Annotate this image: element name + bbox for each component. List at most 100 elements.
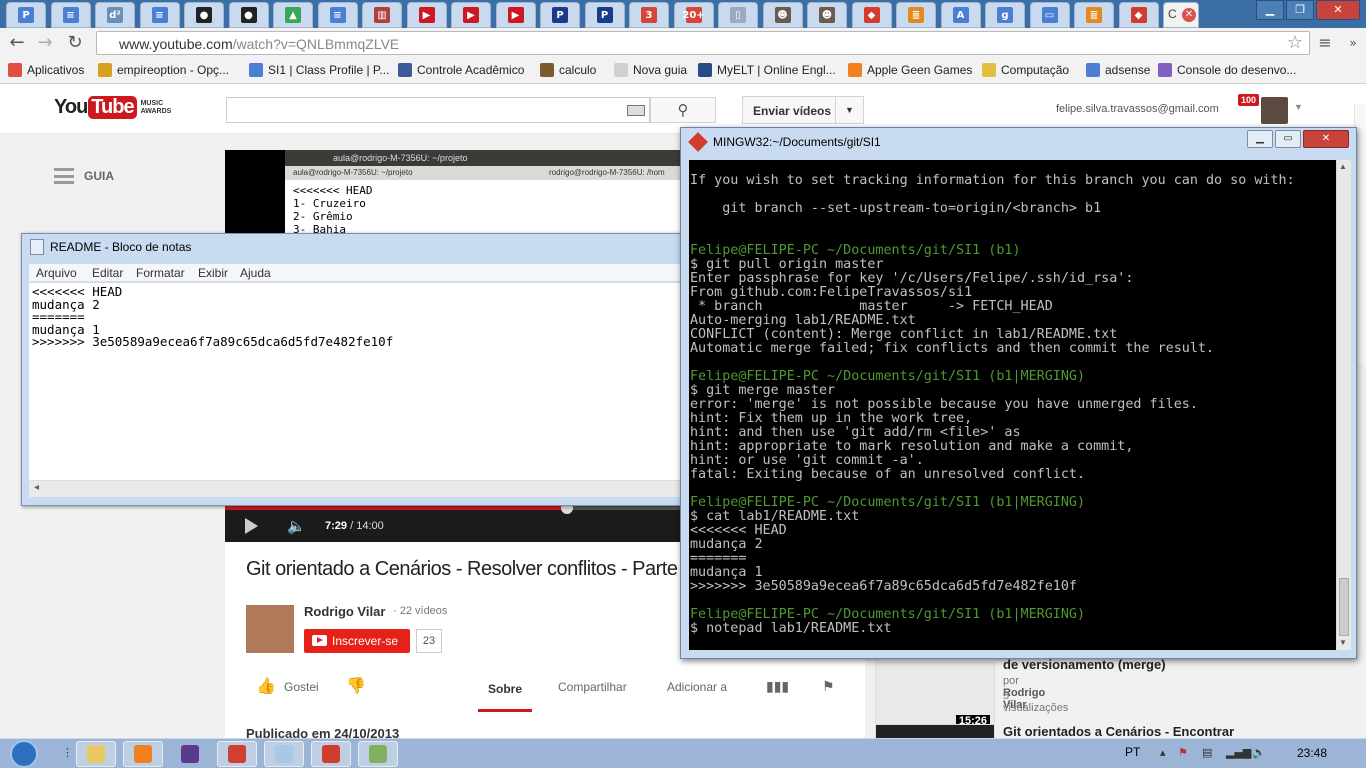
notepad-window[interactable]: README - Bloco de notas Arquivo Editar For…: [21, 233, 703, 506]
browser-tab[interactable]: ▲: [273, 2, 313, 28]
close-icon[interactable]: ✕: [1182, 8, 1196, 22]
browser-tab[interactable]: 20+: [673, 2, 714, 28]
channel-video-count[interactable]: · 22 vídeos: [393, 605, 447, 617]
git-bash-window[interactable]: MINGW32:~/Documents/git/SI1 ▁ ▭ ✕ If you…: [680, 127, 1357, 659]
scroll-left-icon[interactable]: ◂: [34, 482, 39, 493]
menu-item-editar[interactable]: Editar: [92, 266, 123, 280]
bookmark-item[interactable]: adsense: [1086, 63, 1150, 77]
taskbar-app[interactable]: [264, 741, 304, 767]
taskbar-app[interactable]: [311, 741, 351, 767]
browser-tab[interactable]: ≡: [317, 2, 358, 28]
notepad-text-area[interactable]: <<<<<<< HEAD mudança 2 ======= mudança 1 >>>…: [29, 283, 697, 480]
browser-tab[interactable]: ▥: [362, 2, 402, 28]
bookmark-item[interactable]: Console do desenvo...: [1158, 63, 1296, 77]
close-button[interactable]: ✕: [1303, 130, 1349, 148]
browser-tab[interactable]: ≣: [896, 2, 936, 28]
vertical-scrollbar[interactable]: ▲ ▼: [1337, 160, 1351, 650]
play-icon[interactable]: [245, 518, 258, 534]
bookmark-item[interactable]: calculo: [540, 63, 596, 77]
keyboard-icon[interactable]: [627, 105, 645, 116]
browser-tab[interactable]: ●: [184, 2, 224, 28]
browser-tab[interactable]: ◆: [851, 2, 892, 28]
tab-add-to[interactable]: Adicionar a: [667, 680, 727, 694]
taskbar-app[interactable]: [123, 741, 163, 767]
language-indicator[interactable]: PT: [1125, 745, 1140, 759]
more-bookmarks-icon[interactable]: »: [1342, 32, 1364, 54]
close-button[interactable]: ✕: [1316, 0, 1360, 20]
maximize-button[interactable]: ❐: [1286, 0, 1314, 20]
chevron-down-icon[interactable]: ▼: [835, 97, 863, 123]
signal-icon[interactable]: ▂▄▆: [1226, 746, 1251, 759]
forward-arrow-icon[interactable]: →: [34, 32, 56, 54]
related-title[interactable]: de versionamento (merge): [1003, 657, 1166, 672]
browser-tab[interactable]: ▶: [406, 2, 447, 28]
browser-tab[interactable]: P: [540, 2, 580, 28]
browser-tab[interactable]: 3: [629, 2, 669, 28]
notepad-title-bar[interactable]: README - Bloco de notas: [30, 239, 191, 255]
guide-button[interactable]: GUIA: [54, 168, 114, 184]
bookmark-item[interactable]: MyELT | Online Engl...: [698, 63, 836, 77]
scroll-thumb[interactable]: [1339, 578, 1349, 636]
minimize-button[interactable]: ▁: [1247, 130, 1273, 148]
browser-tab[interactable]: ◆: [1118, 2, 1159, 28]
browser-tab-active[interactable]: C ✕: [1163, 2, 1199, 28]
tray-expand-icon[interactable]: ▴: [1160, 746, 1166, 759]
browser-tab[interactable]: ≡: [139, 2, 180, 28]
browser-tab[interactable]: ☻: [762, 2, 803, 28]
scroll-down-icon[interactable]: ▼: [1339, 638, 1347, 647]
volume-icon[interactable]: 🔊: [1252, 746, 1266, 759]
scroll-up-icon[interactable]: ▲: [1339, 162, 1347, 171]
taskbar-app[interactable]: [76, 741, 116, 767]
youtube-logo[interactable]: You Tube MUSIC AWARDS: [54, 96, 171, 119]
tab-share[interactable]: Compartilhar: [558, 680, 627, 694]
volume-icon[interactable]: 🔈: [287, 517, 306, 535]
menu-item-exibir[interactable]: Exibir: [198, 266, 228, 280]
search-button[interactable]: ⚲: [650, 97, 716, 123]
terminal-title-bar[interactable]: MINGW32:~/Documents/git/SI1: [688, 132, 881, 152]
browser-tab[interactable]: ▶: [451, 2, 491, 28]
horizontal-scrollbar[interactable]: ◂: [29, 480, 697, 497]
browser-tab[interactable]: ▯: [718, 2, 758, 28]
browser-tab[interactable]: ▶: [495, 2, 536, 28]
bookmark-item[interactable]: SI1 | Class Profile | P...: [249, 63, 389, 77]
thumbs-up-icon[interactable]: 👍: [256, 676, 276, 696]
thumbs-down-icon[interactable]: 👎: [346, 676, 366, 696]
tab-about[interactable]: Sobre: [478, 680, 532, 712]
bookmark-item[interactable]: Apple Geen Games: [848, 63, 972, 77]
browser-tab[interactable]: d²: [95, 2, 135, 28]
reload-icon[interactable]: ↻: [64, 32, 86, 54]
like-label[interactable]: Gostei: [284, 680, 319, 694]
back-arrow-icon[interactable]: ←: [6, 32, 28, 54]
avatar[interactable]: [1261, 97, 1288, 124]
chrome-menu-icon[interactable]: ≡: [1314, 32, 1336, 54]
bookmark-star-icon[interactable]: ☆: [1287, 32, 1303, 53]
browser-tab[interactable]: P: [6, 2, 46, 28]
clock[interactable]: 23:48: [1297, 746, 1327, 760]
related-title[interactable]: Git orientados a Cenários - Encontrar: [1003, 724, 1234, 739]
notification-badge[interactable]: 100: [1238, 94, 1260, 106]
address-bar[interactable]: www.youtube.com/watch?v=QNLBmmqZLVE ☆: [96, 31, 1310, 55]
upload-button[interactable]: Enviar vídeos ▼: [742, 96, 864, 124]
browser-tab[interactable]: g: [985, 2, 1025, 28]
related-thumbnail[interactable]: 15:26: [875, 662, 995, 732]
taskbar-app[interactable]: [217, 741, 257, 767]
browser-tab[interactable]: ≣: [1074, 2, 1114, 28]
browser-tab[interactable]: ▭: [1029, 2, 1070, 28]
bookmark-item[interactable]: Controle Acadêmico: [398, 63, 524, 77]
taskbar-app[interactable]: [358, 741, 398, 767]
start-button[interactable]: [10, 740, 38, 768]
taskbar-app[interactable]: [170, 741, 210, 767]
browser-tab[interactable]: P: [584, 2, 625, 28]
search-input[interactable]: [226, 97, 650, 123]
terminal-output[interactable]: If you wish to set tracking information …: [689, 160, 1336, 650]
menu-item-arquivo[interactable]: Arquivo: [36, 266, 77, 280]
user-email[interactable]: felipe.silva.travassos@gmail.com: [1056, 103, 1219, 115]
bookmark-item[interactable]: Computação: [982, 63, 1069, 77]
bookmark-item[interactable]: empireoption - Opç...: [98, 63, 229, 77]
menu-item-ajuda[interactable]: Ajuda: [240, 266, 271, 280]
bookmark-item[interactable]: Nova guia: [614, 63, 687, 77]
menu-item-formatar[interactable]: Formatar: [136, 266, 185, 280]
minimize-button[interactable]: ▁: [1256, 0, 1284, 20]
channel-name[interactable]: Rodrigo Vilar: [304, 604, 385, 619]
network-icon[interactable]: ▤: [1202, 746, 1212, 759]
